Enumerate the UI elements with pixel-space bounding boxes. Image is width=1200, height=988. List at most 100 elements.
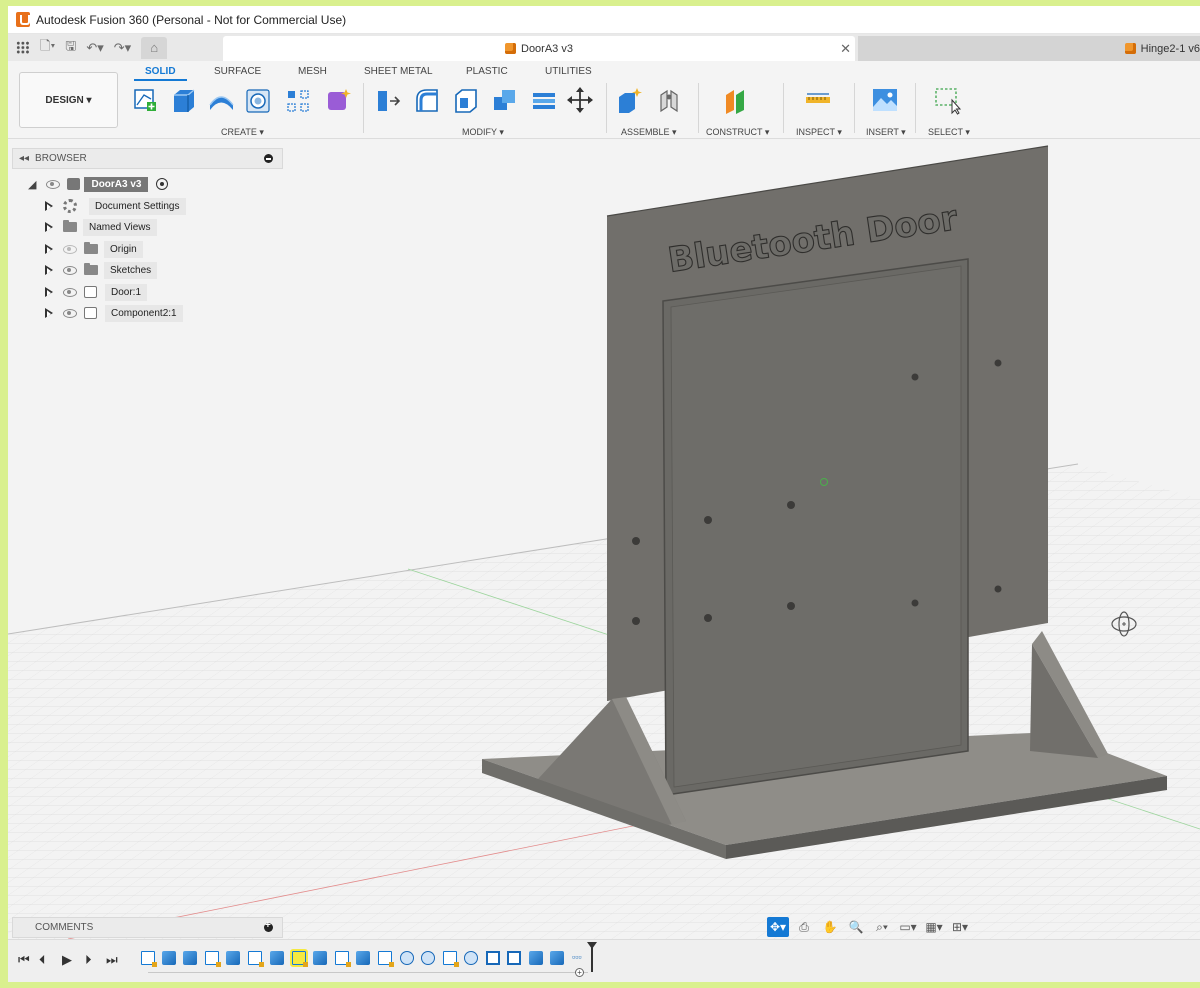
joint-icon[interactable]: [655, 85, 683, 115]
timeline-shell-icon[interactable]: [507, 951, 521, 965]
timeline-sketch-icon[interactable]: [443, 951, 459, 967]
tree-root[interactable]: ◢ DoorA3 v3: [28, 175, 169, 193]
timeline-sketch-icon[interactable]: [248, 951, 264, 967]
expand-triangle-icon[interactable]: [44, 243, 54, 255]
tab-utilities[interactable]: UTILITIES: [545, 66, 592, 77]
timeline-component-icon[interactable]: ▫▫▫: [572, 952, 582, 962]
viewports-icon[interactable]: ⊞▾: [949, 917, 971, 937]
timeline-extrude-icon[interactable]: [270, 951, 284, 965]
zoom-icon[interactable]: 🔍: [845, 917, 867, 937]
expanded-triangle-icon[interactable]: ◢: [28, 178, 36, 191]
visibility-eye-icon[interactable]: [63, 265, 77, 275]
pan-hand-icon[interactable]: ✋: [819, 917, 841, 937]
select-menu[interactable]: SELECT ▾: [928, 127, 970, 138]
go-to-start-icon[interactable]: ⏮: [18, 952, 30, 968]
timeline-hole-icon[interactable]: [421, 951, 435, 965]
offset-face-icon[interactable]: [530, 85, 558, 115]
display-settings-icon[interactable]: ▭▾: [897, 917, 919, 937]
redo-icon[interactable]: ↷▾: [114, 40, 131, 56]
step-forward-icon[interactable]: ⏵: [85, 952, 92, 968]
tab-surface[interactable]: SURFACE: [214, 66, 261, 77]
tab-plastic[interactable]: PLASTIC: [466, 66, 508, 77]
timeline-sketch-icon[interactable]: [335, 951, 351, 967]
inspect-menu[interactable]: INSPECT ▾: [796, 127, 842, 138]
tab-document-doora3[interactable]: DoorA3 v3 ✕: [223, 36, 855, 61]
timeline-sketch-icon[interactable]: [141, 951, 157, 967]
select-icon[interactable]: [934, 85, 962, 115]
visibility-eye-icon[interactable]: [63, 308, 77, 318]
timeline-extrude-icon[interactable]: [162, 951, 176, 965]
modify-menu[interactable]: MODIFY ▾: [462, 127, 504, 138]
browser-header[interactable]: ◂◂ BROWSER: [12, 148, 283, 169]
expand-triangle-icon[interactable]: [44, 200, 54, 212]
model-scene[interactable]: Bluetooth Door: [8, 139, 1200, 939]
expand-triangle-icon[interactable]: [44, 286, 54, 298]
tab-document-hinge[interactable]: Hinge2-1 v6: [858, 36, 1200, 61]
visibility-eye-icon[interactable]: [46, 179, 61, 189]
visibility-eye-icon[interactable]: [63, 287, 77, 297]
collapse-panel-icon[interactable]: ◂◂: [19, 153, 29, 164]
tree-item-document-settings[interactable]: Document Settings: [44, 197, 186, 215]
insert-image-icon[interactable]: [871, 85, 899, 115]
timeline-hole-icon[interactable]: [464, 951, 478, 965]
timeline-shell-icon[interactable]: [486, 951, 500, 965]
tab-solid[interactable]: SOLID: [134, 66, 186, 81]
timeline-combine-icon[interactable]: [529, 951, 543, 965]
create-menu[interactable]: CREATE ▾: [221, 127, 264, 138]
3d-canvas[interactable]: Bluetooth Door ◂◂ BROWSER ◢ DoorA3 v3 Do…: [8, 139, 1200, 939]
tree-item-origin[interactable]: Origin: [44, 240, 143, 258]
data-panel-icon[interactable]: [16, 41, 30, 54]
close-tab-icon[interactable]: ✕: [840, 41, 851, 57]
tree-item-named-views[interactable]: Named Views: [44, 218, 157, 236]
timeline-settings-icon[interactable]: +: [575, 968, 584, 977]
grid-settings-icon[interactable]: ▦▾: [923, 917, 945, 937]
expand-triangle-icon[interactable]: [44, 264, 54, 276]
home-icon[interactable]: ⌂: [141, 36, 168, 59]
timeline-marker[interactable]: [587, 942, 597, 972]
extrude-icon[interactable]: [170, 85, 198, 115]
timeline-sketch-icon[interactable]: [205, 951, 221, 967]
move-icon[interactable]: [566, 85, 594, 115]
activate-radio-icon[interactable]: [156, 178, 169, 190]
tab-mesh[interactable]: MESH: [298, 66, 327, 77]
file-menu-icon[interactable]: 🗋▾: [40, 37, 55, 59]
measure-icon[interactable]: [804, 85, 832, 115]
go-to-end-icon[interactable]: ⏭: [106, 952, 118, 968]
tree-item-sketches[interactable]: Sketches: [44, 261, 158, 279]
combine-icon[interactable]: [491, 85, 519, 115]
new-component-icon[interactable]: [616, 85, 644, 115]
timeline-extrude-icon[interactable]: [356, 951, 370, 965]
tree-item-component2[interactable]: Component2:1: [44, 304, 183, 322]
timeline-extrude-icon[interactable]: [226, 951, 240, 965]
hidden-eye-icon[interactable]: [63, 244, 77, 254]
timeline-sketch-icon[interactable]: [378, 951, 394, 967]
undo-icon[interactable]: ↶▾: [86, 40, 103, 56]
workspace-switcher-button[interactable]: DESIGN ▾: [19, 72, 118, 128]
timeline-hole-icon[interactable]: [400, 951, 414, 965]
tree-item-door[interactable]: Door:1: [44, 283, 148, 301]
insert-menu[interactable]: INSERT ▾: [866, 127, 906, 138]
sweep-icon[interactable]: [207, 85, 235, 115]
comments-panel[interactable]: COMMENTS: [12, 917, 283, 938]
expand-triangle-icon[interactable]: [44, 221, 54, 233]
pattern-icon[interactable]: [285, 85, 313, 115]
timeline-combine-icon[interactable]: [550, 951, 564, 965]
save-icon[interactable]: 🖫: [65, 37, 76, 59]
fit-zoom-icon[interactable]: ⌕▾: [871, 917, 893, 937]
add-comment-icon[interactable]: [264, 920, 273, 932]
timeline-extrude-icon[interactable]: [183, 951, 197, 965]
hole-icon[interactable]: [244, 85, 272, 115]
create-form-icon[interactable]: [324, 85, 352, 115]
tab-sheet-metal[interactable]: SHEET METAL: [364, 66, 433, 77]
look-at-icon[interactable]: ⎙: [793, 917, 815, 937]
construct-menu[interactable]: CONSTRUCT ▾: [706, 127, 769, 138]
orbit-tool-icon[interactable]: ✥▾: [767, 917, 789, 937]
fillet-icon[interactable]: [413, 85, 441, 115]
timeline-sketch-selected-icon[interactable]: [290, 949, 308, 967]
collapse-icon[interactable]: [264, 154, 273, 163]
shell-icon[interactable]: [452, 85, 480, 115]
press-pull-icon[interactable]: [374, 85, 402, 115]
timeline-extrude-icon[interactable]: [313, 951, 327, 965]
expand-triangle-icon[interactable]: [44, 307, 54, 319]
offset-plane-icon[interactable]: [722, 85, 750, 115]
